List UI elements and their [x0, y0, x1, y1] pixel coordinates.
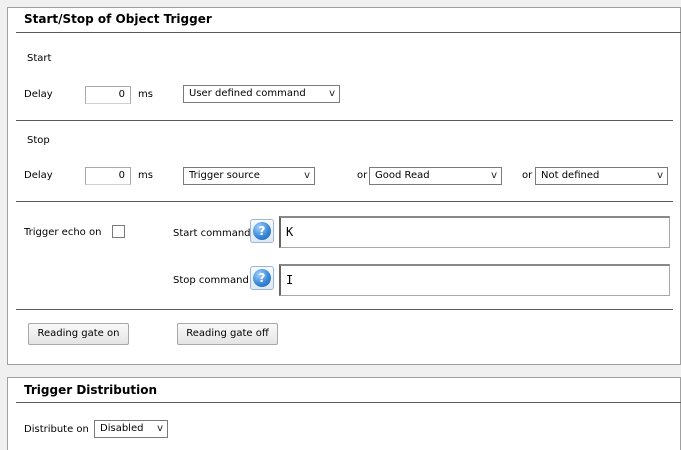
stop-delay-label: Delay [24, 170, 53, 181]
trigger-echo-label: Trigger echo on [24, 227, 102, 238]
stop-delay-input[interactable]: 0 [85, 167, 131, 185]
start-section-label: Start [27, 53, 52, 64]
distribute-on-label: Distribute on [24, 424, 89, 435]
start-command-help-button[interactable]: ? [250, 219, 274, 243]
chevron-down-icon: v [491, 170, 497, 181]
start-delay-label: Delay [24, 89, 53, 100]
stop-delay-unit: ms [138, 170, 153, 181]
distribution-title-divider [16, 402, 681, 403]
stop-command-label: Stop command [173, 275, 249, 286]
trigger-echo-checkbox[interactable] [112, 225, 125, 238]
or-label-1: or [357, 170, 368, 181]
start-delay-input[interactable]: 0 [85, 86, 131, 104]
start-command-label: Start command [173, 228, 251, 239]
chevron-down-icon: v [157, 423, 163, 434]
stop-command-help-button[interactable]: ? [250, 266, 274, 290]
stop-command-input[interactable]: I [279, 264, 670, 296]
good-read-value: Good Read [375, 170, 430, 181]
start-mode-value: User defined command [189, 88, 306, 99]
start-mode-select[interactable]: User defined command v [183, 85, 340, 103]
or-label-2: or [522, 170, 533, 181]
reading-gate-on-button[interactable]: Reading gate on [28, 323, 129, 345]
help-icon: ? [253, 269, 271, 287]
chevron-down-icon: v [304, 170, 310, 181]
chevron-down-icon: v [329, 88, 335, 99]
not-defined-value: Not defined [541, 170, 600, 181]
reading-gate-off-button[interactable]: Reading gate off [177, 323, 278, 345]
object-trigger-panel [7, 7, 681, 365]
trigger-distribution-title: Trigger Distribution [24, 383, 158, 397]
title-divider [16, 32, 681, 33]
stop-divider [16, 201, 673, 202]
object-trigger-title: Start/Stop of Object Trigger [24, 12, 212, 26]
chevron-down-icon: v [657, 170, 663, 181]
distribute-on-select[interactable]: Disabled v [94, 420, 168, 438]
start-delay-unit: ms [138, 89, 153, 100]
command-divider [16, 309, 673, 310]
stop-section-label: Stop [27, 135, 50, 146]
trigger-source-select[interactable]: Trigger source v [183, 167, 315, 185]
start-divider [16, 120, 673, 121]
help-icon: ? [253, 222, 271, 240]
good-read-select[interactable]: Good Read v [369, 167, 502, 185]
start-command-input[interactable]: K [279, 216, 670, 248]
trigger-source-value: Trigger source [189, 170, 260, 181]
not-defined-select[interactable]: Not defined v [535, 167, 668, 185]
distribute-on-value: Disabled [100, 423, 144, 434]
